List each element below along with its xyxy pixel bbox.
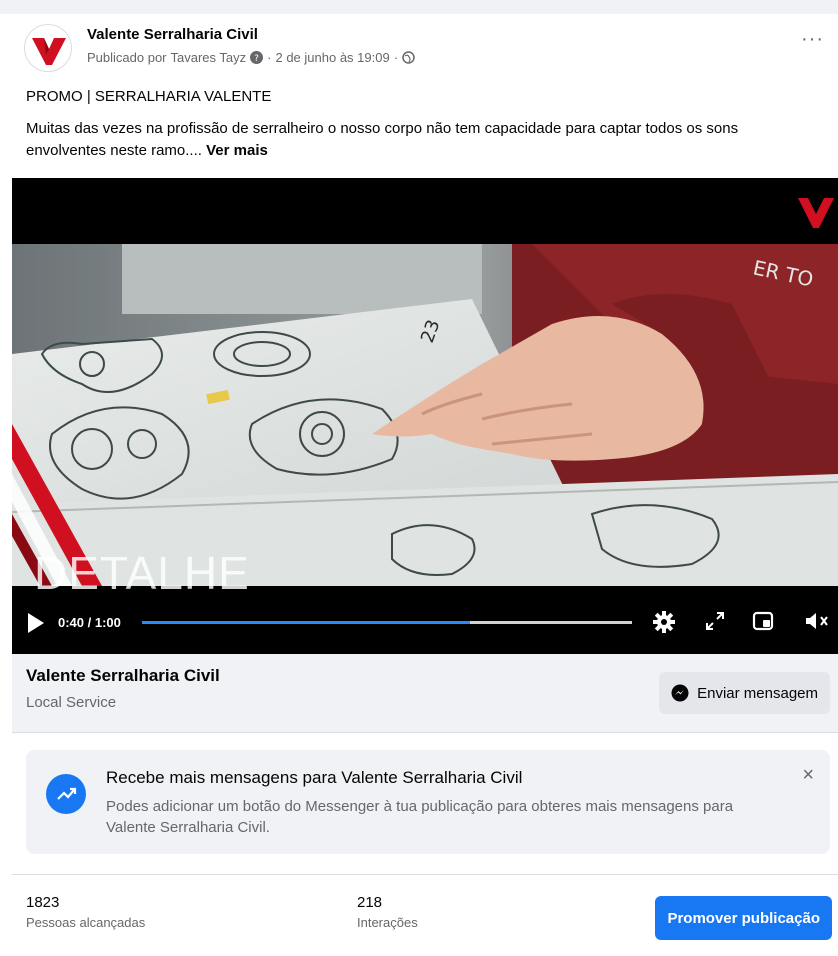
video-player[interactable]: ER TO 23 DETALHE 0:40 / 1:00 bbox=[12, 178, 838, 654]
globe-icon[interactable] bbox=[402, 51, 415, 64]
send-message-label: Enviar mensagem bbox=[697, 684, 818, 702]
tip-body: Podes adicionar um botão do Messenger à … bbox=[106, 798, 734, 836]
reach-label: Pessoas alcançadas bbox=[26, 915, 146, 930]
feed-background bbox=[0, 0, 838, 14]
author-name[interactable]: Tavares Tayz bbox=[171, 50, 247, 65]
catalog-hand-illustration: ER TO 23 bbox=[12, 244, 838, 586]
section-divider-2 bbox=[12, 874, 838, 875]
post-promo-title: PROMO | SERRALHARIA VALENTE bbox=[26, 88, 272, 105]
post-body: Muitas das vezes na profissão de serralh… bbox=[26, 120, 739, 159]
svg-text:?: ? bbox=[254, 54, 259, 64]
send-message-button[interactable]: Enviar mensagem bbox=[659, 672, 830, 714]
post-date[interactable]: 2 de junho às 19:09 bbox=[275, 50, 389, 65]
interactions-label: Interações bbox=[357, 915, 418, 930]
valente-logo-icon bbox=[32, 38, 66, 65]
interactions-stat: 218 Interações bbox=[357, 894, 418, 930]
page-info-row: Valente Serralharia Civil Local Service … bbox=[12, 654, 838, 732]
help-icon[interactable]: ? bbox=[250, 51, 264, 64]
post-text: Muitas das vezes na profissão de serralh… bbox=[26, 118, 816, 162]
video-overlay-title: DETALHE bbox=[34, 547, 250, 599]
messenger-tip-banner: Recebe mais mensagens para Valente Serra… bbox=[26, 750, 830, 854]
video-time: 0:40 / 1:00 bbox=[58, 615, 121, 630]
page-category: Local Service bbox=[26, 694, 117, 711]
tip-title: Recebe mais mensagens para Valente Serra… bbox=[106, 768, 523, 787]
play-icon[interactable] bbox=[26, 612, 46, 634]
page-info-name[interactable]: Valente Serralharia Civil bbox=[26, 666, 220, 686]
post-card: Valente Serralharia Civil Publicado por … bbox=[12, 14, 838, 956]
promote-post-button[interactable]: Promover publicação bbox=[655, 896, 832, 940]
reach-value: 1823 bbox=[26, 894, 60, 911]
page-name-link[interactable]: Valente Serralharia Civil bbox=[87, 26, 258, 43]
close-icon[interactable]: × bbox=[802, 764, 814, 787]
volume-muted-icon[interactable] bbox=[804, 610, 832, 632]
section-divider bbox=[12, 732, 838, 733]
page-avatar[interactable] bbox=[24, 24, 72, 72]
progress-fill bbox=[142, 621, 471, 624]
more-options-button[interactable]: ··· bbox=[801, 28, 824, 51]
expand-icon[interactable] bbox=[704, 610, 726, 632]
video-frame: ER TO 23 DETALHE bbox=[12, 244, 838, 599]
trend-up-icon bbox=[46, 774, 86, 814]
meta-separator: · bbox=[267, 50, 272, 65]
messenger-icon bbox=[671, 684, 689, 702]
meta-separator-2: · bbox=[393, 50, 399, 65]
miniplayer-icon[interactable] bbox=[752, 610, 774, 632]
brand-watermark-icon bbox=[798, 194, 834, 235]
post-meta: Publicado por Tavares Tayz ? · 2 de junh… bbox=[87, 50, 415, 65]
progress-bar[interactable] bbox=[142, 621, 632, 624]
video-controls: 0:40 / 1:00 bbox=[12, 598, 838, 648]
reach-stat: 1823 Pessoas alcançadas bbox=[26, 894, 145, 930]
gear-icon[interactable] bbox=[652, 610, 676, 634]
see-more-link[interactable]: Ver mais bbox=[206, 142, 268, 159]
meta-prefix: Publicado por bbox=[87, 50, 167, 65]
interactions-value: 218 bbox=[357, 894, 383, 911]
